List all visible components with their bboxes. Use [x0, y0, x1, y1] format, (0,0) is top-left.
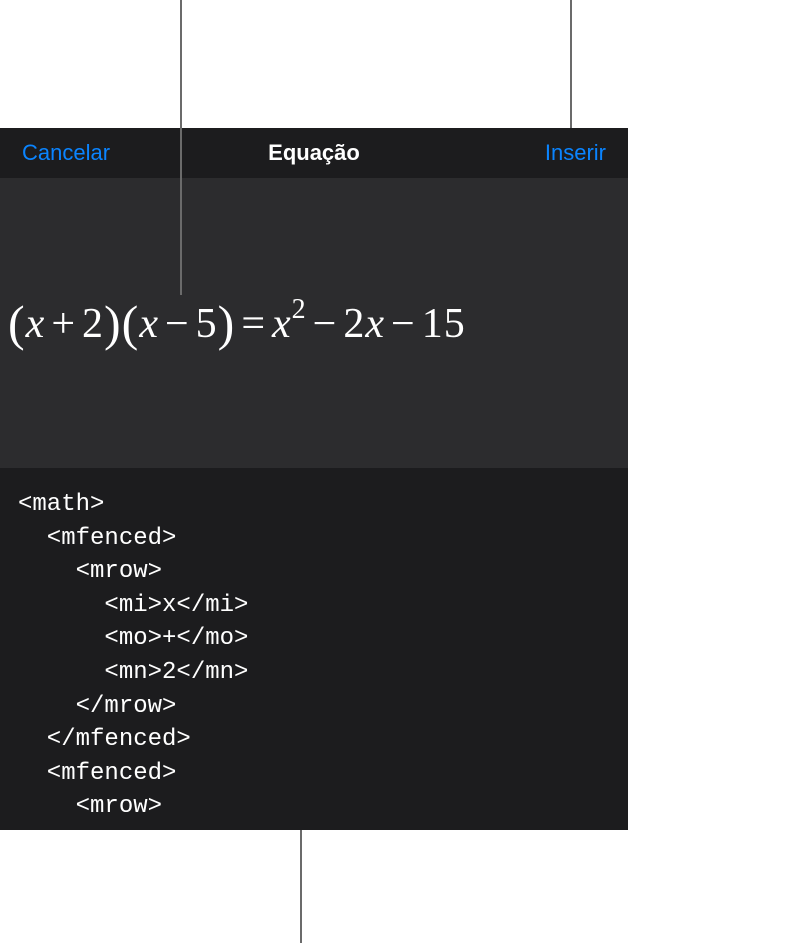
variable-x: x [272, 301, 292, 347]
paren-close: ) [218, 295, 236, 351]
equation-code-editor[interactable]: <math> <mfenced> <mrow> <mi>x</mi> <mo>+… [0, 468, 628, 830]
number: 2 [82, 301, 104, 347]
minus-operator: − [159, 301, 196, 347]
dialog-title: Equação [268, 140, 360, 166]
variable-x: x [26, 301, 46, 347]
equation-preview: (x+2)(x−5)=x2−2x−15 [0, 178, 628, 468]
callout-line [300, 830, 302, 943]
dialog-header: Cancelar Equação Inserir [0, 128, 628, 178]
exponent: 2 [292, 294, 307, 325]
equals-operator: = [235, 301, 272, 347]
minus-operator: − [307, 301, 344, 347]
mathml-code: <math> <mfenced> <mrow> <mi>x</mi> <mo>+… [18, 488, 610, 824]
paren-open: ( [122, 295, 140, 351]
cancel-button[interactable]: Cancelar [22, 140, 110, 166]
variable-x: x [139, 301, 159, 347]
insert-button[interactable]: Inserir [545, 140, 606, 166]
plus-operator: + [45, 301, 82, 347]
callout-line [570, 0, 572, 128]
number: 5 [196, 301, 218, 347]
paren-close: ) [104, 295, 122, 351]
number: 2 [343, 301, 365, 347]
number: 15 [422, 301, 466, 347]
minus-operator: − [385, 301, 422, 347]
variable-x: x [365, 301, 385, 347]
paren-open: ( [8, 295, 26, 351]
callout-line [180, 0, 182, 295]
equation-dialog: Cancelar Equação Inserir (x+2)(x−5)=x2−2… [0, 128, 628, 830]
equation-rendered: (x+2)(x−5)=x2−2x−15 [8, 294, 466, 352]
